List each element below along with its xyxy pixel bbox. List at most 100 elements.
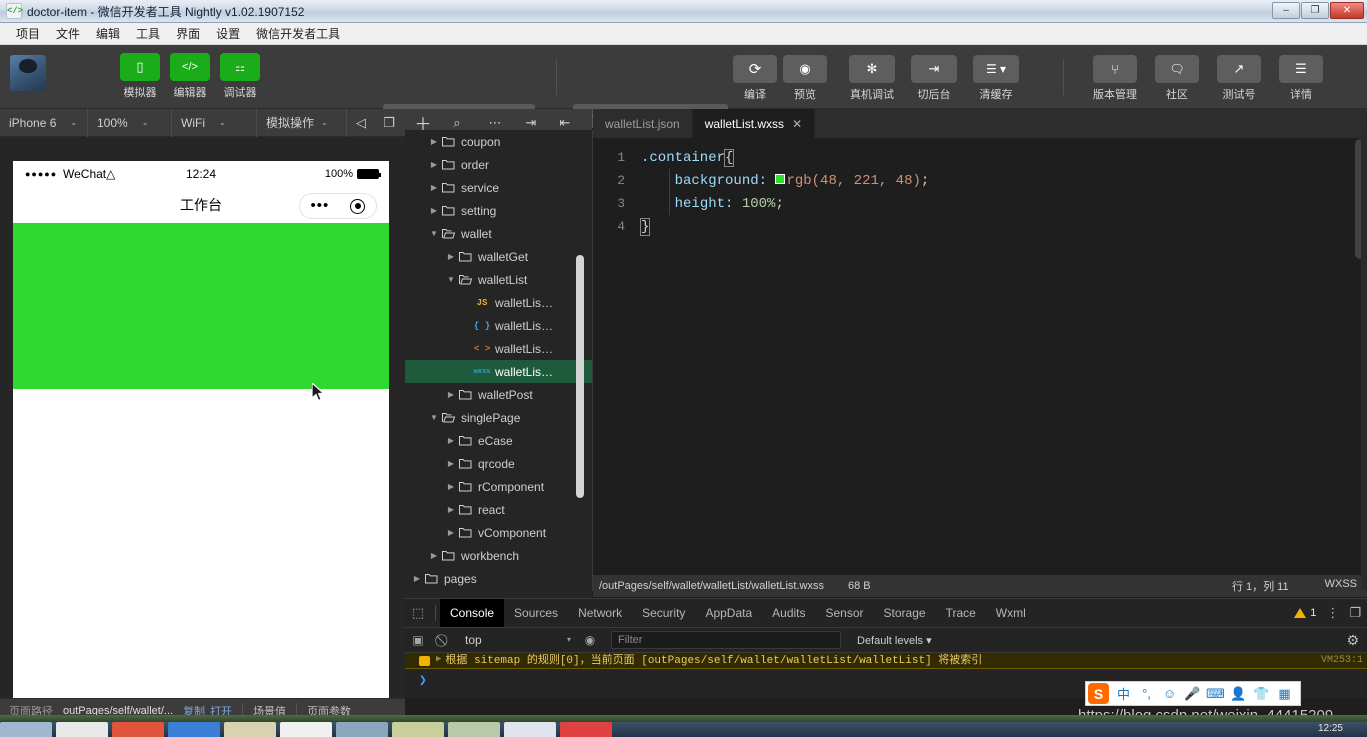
chevron-down-icon[interactable]: ▼ (445, 275, 457, 284)
avatar[interactable] (10, 55, 46, 91)
devtools-tab-storage[interactable]: Storage (874, 599, 936, 627)
network-select[interactable]: WiFi ⌄ (172, 108, 257, 137)
execute-icon[interactable]: ▣ (405, 627, 431, 653)
devtools-tab-wxml[interactable]: Wxml (986, 599, 1036, 627)
gear-icon[interactable]: ⚙ (1346, 632, 1359, 649)
details-button[interactable]: ☰ 详情 (1279, 55, 1323, 102)
devtools-tab-trace[interactable]: Trace (936, 599, 986, 627)
real-device-debug-button[interactable]: ✻ 真机调试 (849, 55, 895, 102)
devtools-tab-console[interactable]: Console (440, 599, 505, 627)
chevron-right-icon[interactable]: ▶ (428, 551, 440, 560)
chevron-right-icon[interactable]: ▶ (428, 183, 440, 192)
sogou-ime-icon[interactable]: S (1088, 683, 1109, 704)
file-tree-item[interactable]: ▶ service (405, 176, 592, 199)
file-tree-item[interactable]: ▶ rComponent (405, 475, 592, 498)
file-tree-item[interactable]: ▶ react (405, 498, 592, 521)
menu-item-devtools[interactable]: 微信开发者工具 (248, 23, 348, 44)
console-levels-select[interactable]: Default levels ▾ (857, 634, 932, 647)
console-warning-row[interactable]: ▶ 根据 sitemap 的规则[0]，当前页面 [outPages/self/… (405, 653, 1367, 669)
tab-walletList-json[interactable]: walletList.json (593, 109, 693, 138)
sim-action-select[interactable]: 模拟操作 ⌄ (257, 108, 347, 137)
taskbar-item[interactable] (336, 722, 388, 737)
chevron-right-icon[interactable]: ▶ (445, 528, 457, 537)
devtools-tab-audits[interactable]: Audits (762, 599, 815, 627)
tab-walletList-wxss[interactable]: walletList.wxss ✕ (692, 109, 816, 138)
device-select[interactable]: iPhone 6 ⌄ (0, 108, 88, 137)
taskbar-item[interactable] (560, 722, 612, 737)
file-tree-item[interactable]: ▶ eCase (405, 429, 592, 452)
inspect-element-icon[interactable]: ⬚ (405, 599, 431, 627)
taskbar-item[interactable] (0, 722, 52, 737)
file-tree-item[interactable]: ▶ setting (405, 199, 592, 222)
zoom-select[interactable]: 100% ⌄ (88, 108, 172, 137)
menu-item-settings[interactable]: 设置 (208, 23, 248, 44)
devtools-tab-sources[interactable]: Sources (504, 599, 568, 627)
volume-icon[interactable]: ◁ (347, 109, 375, 137)
chevron-down-icon[interactable]: ▼ (428, 413, 440, 422)
console-context-select[interactable]: top ▾ (457, 633, 577, 647)
compile-button[interactable]: ⟳ 编译 (733, 55, 777, 102)
file-tree-item[interactable]: ▼ wallet (405, 222, 592, 245)
status-language[interactable]: WXSS (1325, 578, 1357, 594)
rotate-screen-icon[interactable]: ❐ (375, 109, 403, 137)
menu-item-edit[interactable]: 编辑 (88, 23, 128, 44)
code-area[interactable]: 1 .container{ 2 background: rgb(48, 221,… (593, 138, 1367, 238)
taskbar-item[interactable] (448, 722, 500, 737)
chevron-right-icon[interactable]: ▶ (445, 436, 457, 445)
chevron-right-icon[interactable]: ▶ (445, 482, 457, 491)
chevron-right-icon[interactable]: ▶ (428, 137, 440, 146)
devtools-tab-network[interactable]: Network (568, 599, 632, 627)
taskbar-item[interactable] (56, 722, 108, 737)
taskbar-clock[interactable]: 12:25 (1318, 723, 1343, 734)
file-tree-item[interactable]: { } walletLis… (405, 314, 592, 337)
ime-punctuation-icon[interactable]: °, (1138, 686, 1155, 701)
menu-item-interface[interactable]: 界面 (168, 23, 208, 44)
kebab-menu-icon[interactable]: ⋮ (1326, 605, 1339, 621)
chevron-right-icon[interactable]: ▶ (428, 206, 440, 215)
close-icon[interactable]: ✕ (792, 117, 802, 131)
file-tree-item[interactable]: JS walletLis… (405, 291, 592, 314)
preview-button[interactable]: ◉ 预览 (783, 55, 827, 102)
maximize-button[interactable]: ❐ (1301, 2, 1329, 19)
menu-item-tools[interactable]: 工具 (128, 23, 168, 44)
devtools-tab-security[interactable]: Security (632, 599, 695, 627)
file-tree-item[interactable]: ▶ order (405, 153, 592, 176)
chevron-right-icon[interactable]: ▶ (445, 505, 457, 514)
console-warning-source[interactable]: VM253:1 (1321, 655, 1363, 666)
file-tree-item[interactable]: ▼ walletList (405, 268, 592, 291)
file-tree-item[interactable]: ▶ walletPost (405, 383, 592, 406)
clear-cache-button[interactable]: ☰ ▾ 清缓存 (973, 55, 1019, 102)
devtools-tab-sensor[interactable]: Sensor (816, 599, 874, 627)
test-account-button[interactable]: ↗ 测试号 (1217, 55, 1261, 102)
clear-console-icon[interactable]: ⃠ (431, 627, 457, 653)
console-filter-input[interactable]: Filter (611, 631, 841, 649)
close-button[interactable]: ✕ (1330, 2, 1364, 19)
file-tree-item[interactable]: < > walletLis… (405, 337, 592, 360)
minimize-button[interactable]: – (1272, 2, 1300, 19)
ime-keyboard-icon[interactable]: ⌨ (1206, 686, 1225, 702)
target-icon[interactable] (350, 198, 366, 214)
file-tree-item[interactable]: ▶ walletGet (405, 245, 592, 268)
community-button[interactable]: 🗨 社区 (1155, 55, 1199, 102)
file-tree-item[interactable]: ▶ pages (405, 567, 592, 590)
devtools-tab-appdata[interactable]: AppData (695, 599, 762, 627)
switch-background-button[interactable]: ⇥ 切后台 (911, 55, 957, 102)
right-edge-scrollbar[interactable] (1361, 130, 1367, 590)
version-control-button[interactable]: ⑂ 版本管理 (1093, 55, 1137, 102)
taskbar-item[interactable] (168, 722, 220, 737)
taskbar-item[interactable] (392, 722, 444, 737)
dock-panel-icon[interactable]: ❐ (1349, 605, 1361, 621)
taskbar-item[interactable] (280, 722, 332, 737)
taskbar-item[interactable] (112, 722, 164, 737)
chevron-right-icon[interactable]: ▶ (411, 574, 423, 583)
chevron-right-icon[interactable]: ▶ (445, 390, 457, 399)
file-tree-item[interactable]: ▶ qrcode (405, 452, 592, 475)
debugger-toggle-button[interactable]: ⚏ 调试器 (220, 53, 260, 100)
file-tree-item[interactable]: ▶ workbench (405, 544, 592, 567)
ime-account-icon[interactable]: 👤 (1230, 686, 1247, 702)
chevron-right-icon[interactable]: ▶ (428, 160, 440, 169)
ime-toolbox-icon[interactable]: ▦ (1276, 686, 1293, 702)
live-expression-icon[interactable]: ◉ (577, 627, 603, 653)
console-prompt[interactable]: ❯ (419, 673, 427, 688)
file-tree-item[interactable]: ▶ vComponent (405, 521, 592, 544)
